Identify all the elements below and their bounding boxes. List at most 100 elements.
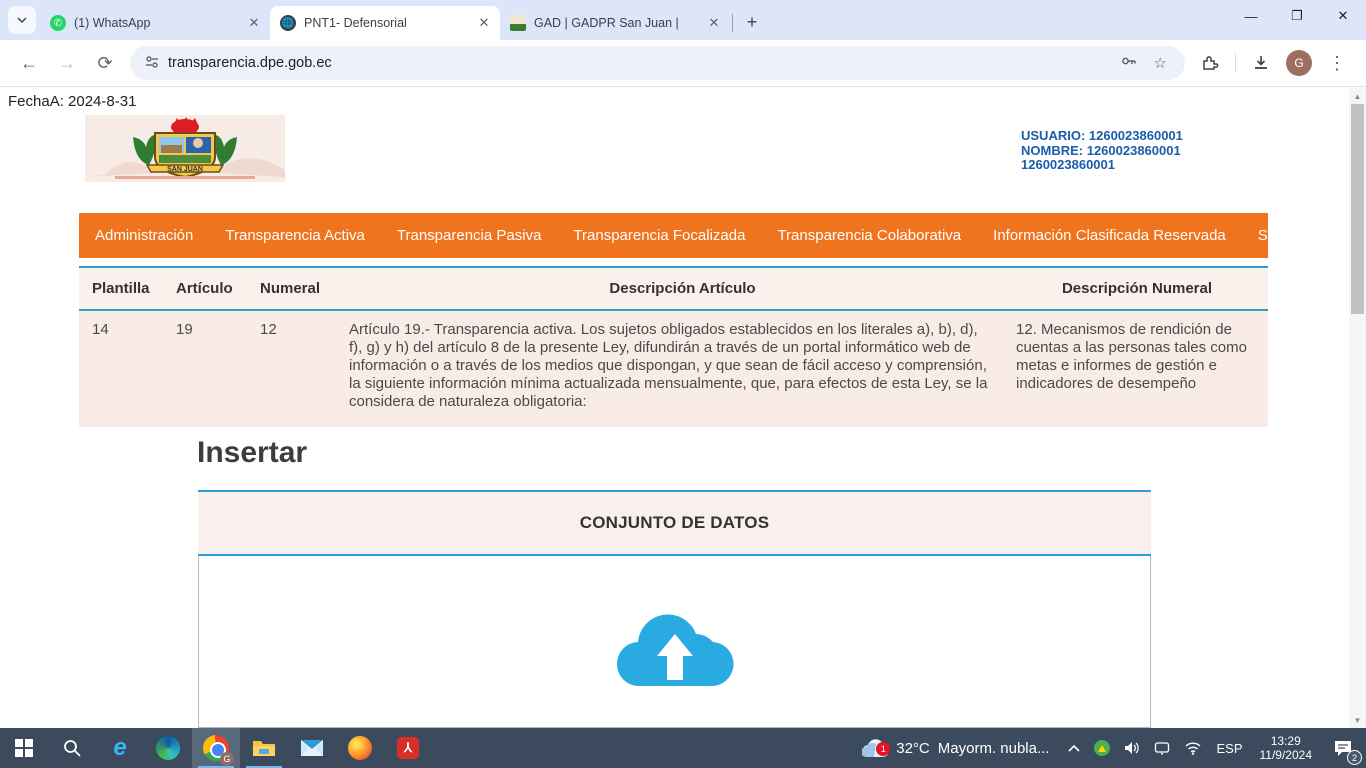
tray-chevron-up[interactable]	[1063, 728, 1085, 768]
notification-center[interactable]: 2	[1324, 728, 1362, 768]
taskbar-file-explorer[interactable]	[240, 728, 288, 768]
date-label: FechaA: 2024-8-31	[8, 93, 136, 110]
windows-logo-icon	[15, 739, 33, 757]
taskbar-acrobat[interactable]: ⅄	[384, 728, 432, 768]
url-text[interactable]: transparencia.dpe.gob.ec	[168, 55, 1112, 71]
nav-salir[interactable]: Salir	[1258, 227, 1288, 244]
reload-button[interactable]: ⟳	[88, 46, 122, 80]
scrollbar-thumb[interactable]	[1351, 104, 1364, 314]
chevron-down-icon	[17, 15, 27, 25]
back-button[interactable]: ←	[12, 46, 46, 80]
cloud-upload-icon[interactable]	[605, 600, 745, 696]
browser-tabstrip: ✆ (1) WhatsApp ✕ 🌐 PNT1- Defensorial ✕ G…	[0, 0, 1366, 40]
menu-kebab-icon[interactable]: ⋮	[1320, 46, 1354, 80]
toolbar-divider	[1235, 53, 1236, 73]
extensions-icon[interactable]	[1193, 46, 1227, 80]
tab-title: GAD | GADPR San Juan |	[534, 16, 706, 30]
tab-gad-san-juan[interactable]: GAD | GADPR San Juan | ✕	[500, 6, 730, 40]
col-descripcion-articulo: Descripción Artículo	[349, 280, 1016, 297]
tab-title: PNT1- Defensorial	[304, 16, 476, 30]
scroll-up-arrow[interactable]: ▲	[1349, 88, 1366, 104]
taskbar-internet-explorer[interactable]: e	[96, 728, 144, 768]
file-explorer-icon	[252, 738, 276, 758]
restore-button[interactable]: ❐	[1274, 0, 1320, 32]
window-controls: — ❐ ✕	[1228, 0, 1366, 32]
tab-divider	[732, 14, 733, 32]
gad-san-juan-logo: SAN JUAN	[85, 115, 285, 182]
tab-search-button[interactable]	[8, 6, 36, 34]
search-icon	[62, 738, 82, 758]
profile-avatar[interactable]: G	[1286, 50, 1312, 76]
internet-explorer-icon: e	[113, 734, 126, 762]
edge-icon	[156, 736, 180, 760]
toolbar-actions: G ⋮	[1191, 46, 1356, 80]
taskbar-chrome[interactable]: G	[192, 728, 240, 768]
nav-transparencia-activa[interactable]: Transparencia Activa	[225, 227, 365, 244]
cell-descripcion-articulo: Artículo 19.- Transparencia activa. Los …	[349, 321, 1016, 411]
weather-temp: 32°C	[896, 740, 930, 757]
tray-clock[interactable]: 13:29 11/9/2024	[1252, 734, 1321, 762]
user-name-line: NOMBRE: 1260023860001 1260023860001	[1021, 144, 1271, 173]
cell-articulo: 19	[176, 321, 260, 411]
bookmark-star-icon[interactable]: ☆	[1154, 54, 1167, 72]
taskbar-edge[interactable]	[144, 728, 192, 768]
downloads-icon[interactable]	[1244, 46, 1278, 80]
notification-count-badge: 2	[1347, 750, 1362, 765]
user-id-line: USUARIO: 1260023860001	[1021, 129, 1271, 144]
close-icon[interactable]: ✕	[246, 15, 262, 31]
minimize-button[interactable]: —	[1228, 0, 1274, 32]
col-descripcion-numeral: Descripción Numeral	[1016, 280, 1258, 297]
chevron-up-icon	[1068, 744, 1080, 752]
tray-language[interactable]: ESP	[1211, 728, 1247, 768]
chrome-profile-badge: G	[220, 752, 234, 766]
clock-time: 13:29	[1260, 734, 1313, 748]
nav-transparencia-focalizada[interactable]: Transparencia Focalizada	[573, 227, 745, 244]
tab-pnt1-defensorial[interactable]: 🌐 PNT1- Defensorial ✕	[270, 6, 500, 40]
taskbar-firefox[interactable]	[336, 728, 384, 768]
clock-date: 11/9/2024	[1260, 748, 1313, 762]
col-articulo: Artículo	[176, 280, 260, 297]
password-key-icon[interactable]	[1120, 52, 1138, 74]
svg-text:SAN JUAN: SAN JUAN	[167, 166, 203, 173]
mail-icon	[300, 739, 324, 757]
taskbar-search-button[interactable]	[48, 728, 96, 768]
system-tray: 1 32°C Mayorm. nubla... ESP 13:29 11/9/2…	[852, 728, 1366, 768]
nav-transparencia-pasiva[interactable]: Transparencia Pasiva	[397, 227, 542, 244]
dataset-panel: CONJUNTO DE DATOS	[198, 490, 1151, 728]
page-content: FechaA: 2024-8-31 SAN JUAN USUARIO: 1260…	[0, 88, 1366, 728]
dataset-panel-title: CONJUNTO DE DATOS	[580, 513, 769, 533]
article-table: Plantilla Artículo Numeral Descripción A…	[79, 266, 1268, 427]
nav-informacion-clasificada[interactable]: Información Clasificada Reservada	[993, 227, 1226, 244]
address-bar[interactable]: transparencia.dpe.gob.ec ☆	[130, 46, 1185, 80]
close-icon[interactable]: ✕	[706, 15, 722, 31]
table-row: 14 19 12 Artículo 19.- Transparencia act…	[79, 311, 1268, 427]
scroll-down-arrow[interactable]: ▼	[1349, 712, 1366, 728]
main-navigation: Administración Transparencia Activa Tran…	[79, 213, 1268, 258]
weather-cloud-icon: 1	[862, 738, 888, 758]
new-tab-button[interactable]: +	[739, 9, 765, 35]
firefox-icon	[348, 736, 372, 760]
tray-wifi[interactable]	[1179, 728, 1207, 768]
whatsapp-icon: ✆	[50, 15, 66, 31]
tray-volume[interactable]	[1119, 728, 1145, 768]
acrobat-icon: ⅄	[397, 737, 419, 759]
tray-cast[interactable]	[1149, 728, 1175, 768]
close-icon[interactable]: ✕	[476, 15, 492, 31]
page-title: Insertar	[197, 436, 307, 470]
upload-dropzone[interactable]	[198, 556, 1151, 728]
nav-transparencia-colaborativa[interactable]: Transparencia Colaborativa	[777, 227, 961, 244]
site-info-icon[interactable]	[144, 54, 160, 73]
forward-button[interactable]: →	[50, 46, 84, 80]
tab-whatsapp[interactable]: ✆ (1) WhatsApp ✕	[40, 6, 270, 40]
weather-desc: Mayorm. nubla...	[938, 740, 1050, 757]
nav-administracion[interactable]: Administración	[95, 227, 193, 244]
close-window-button[interactable]: ✕	[1320, 0, 1366, 32]
taskbar-mail[interactable]	[288, 728, 336, 768]
tray-antivirus[interactable]	[1089, 728, 1115, 768]
globe-icon: 🌐	[280, 15, 296, 31]
start-button[interactable]	[0, 728, 48, 768]
taskbar-weather[interactable]: 1 32°C Mayorm. nubla...	[852, 738, 1059, 758]
antivirus-icon	[1094, 740, 1110, 756]
page-scrollbar[interactable]: ▲ ▼	[1349, 88, 1366, 728]
gad-logo-icon	[510, 15, 526, 31]
